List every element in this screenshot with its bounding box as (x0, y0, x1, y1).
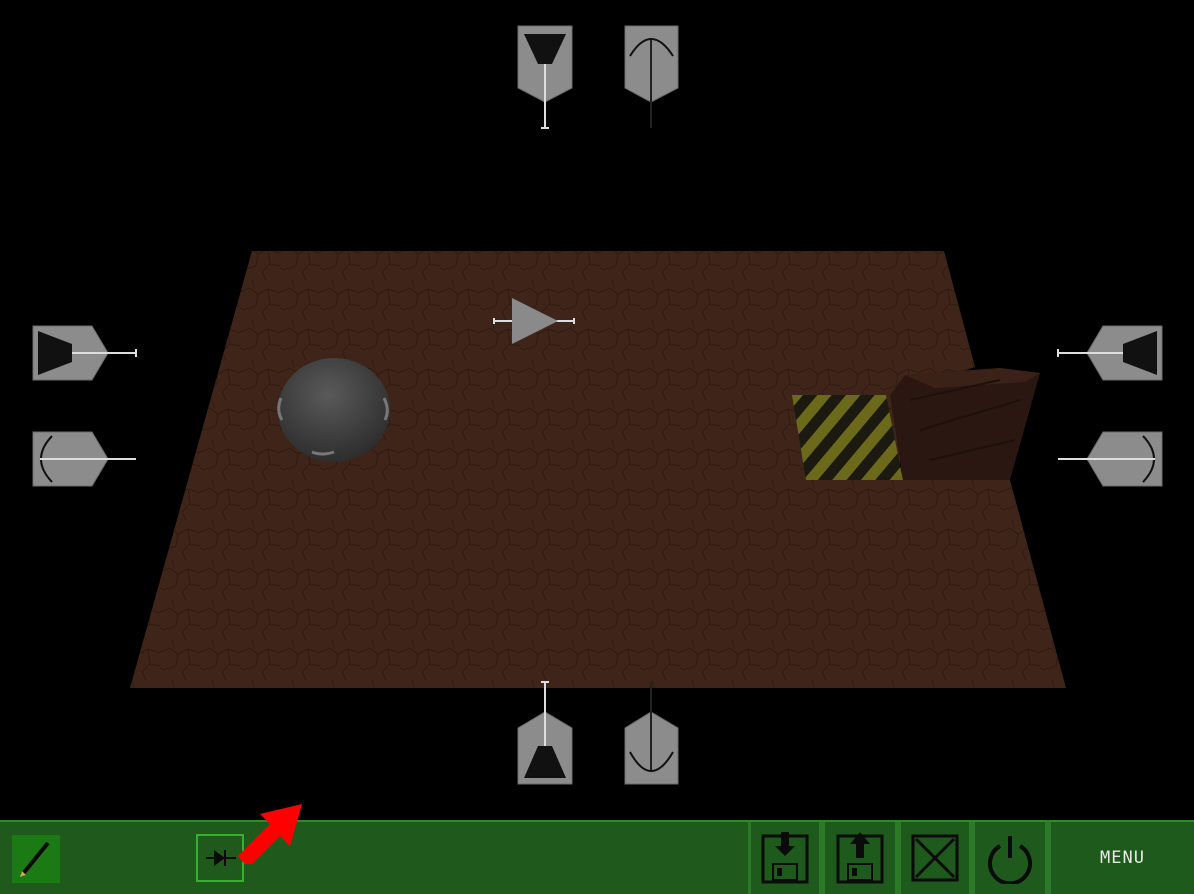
power-icon (988, 836, 1032, 884)
hazard-tile[interactable] (792, 395, 903, 480)
left-top-emitter-icon[interactable] (32, 325, 137, 381)
red-arrow-icon (238, 804, 302, 864)
bottom-right-emitter-icon[interactable] (624, 682, 679, 785)
clear-button[interactable] (898, 822, 972, 894)
load-button[interactable] (822, 822, 898, 894)
top-right-emitter-icon[interactable] (624, 25, 679, 128)
pencil-icon (20, 841, 50, 877)
save-button[interactable] (748, 822, 822, 894)
bottom-toolbar: MENU (0, 804, 1194, 894)
close-x-icon (911, 834, 959, 882)
power-button[interactable] (972, 822, 1048, 894)
menu-label: MENU (1100, 848, 1145, 868)
left-bottom-emitter-icon[interactable] (32, 431, 136, 487)
right-top-emitter-icon[interactable] (1057, 325, 1163, 381)
sphere-ball-icon[interactable] (277, 358, 390, 462)
edit-tool-button[interactable] (12, 835, 60, 883)
right-bottom-emitter-icon[interactable] (1058, 431, 1163, 487)
game-scene[interactable] (0, 0, 1194, 820)
load-floppy-icon (836, 832, 884, 884)
save-floppy-icon (761, 832, 809, 884)
menu-button[interactable]: MENU (1048, 822, 1194, 894)
top-left-emitter-icon[interactable] (517, 25, 573, 129)
game-board-svg (32, 25, 1163, 785)
bottom-left-emitter-icon[interactable] (517, 681, 573, 785)
